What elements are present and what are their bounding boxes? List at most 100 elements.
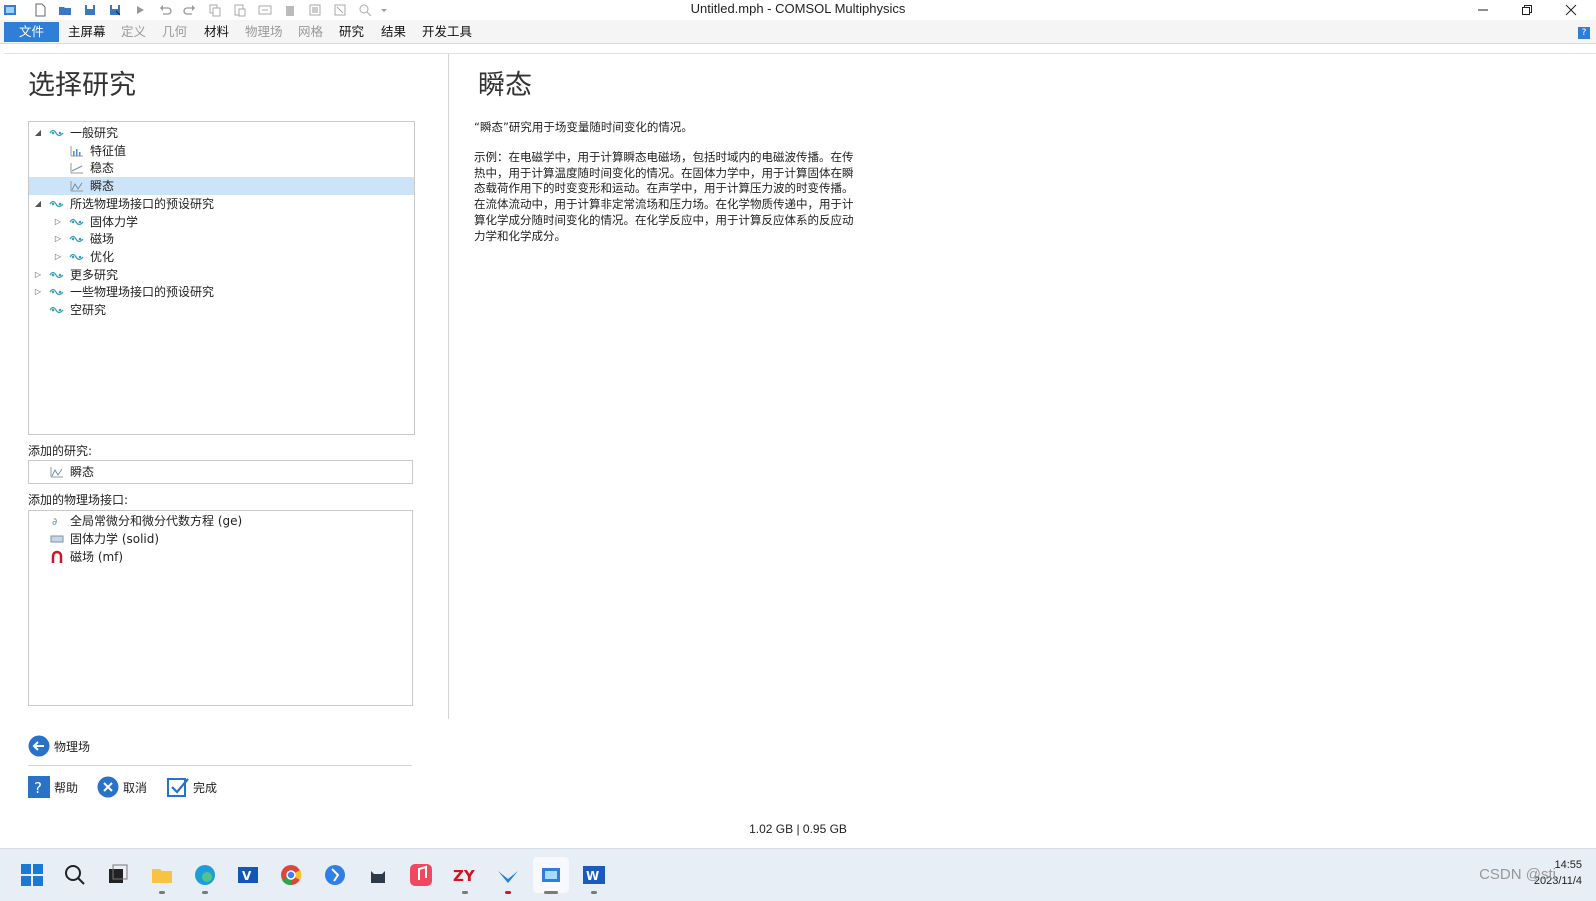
- restore-icon: [1522, 5, 1532, 15]
- back-to-physics-button[interactable]: 物理场: [28, 734, 90, 758]
- expand-arrow-icon[interactable]: ▷: [53, 230, 63, 248]
- expand-arrow-icon[interactable]: ▷: [53, 248, 63, 266]
- word-icon[interactable]: W: [576, 857, 612, 894]
- study-icon: [49, 195, 65, 213]
- ribbon-tabs: 文件 主屏幕 定义 几何 材料 物理场 网格 研究 结果 开发工具: [0, 20, 1596, 44]
- description-line: 热中，用于计算温度随时间变化的情况。在固体力学中，用于计算固体在瞬: [474, 165, 854, 180]
- tree-item-label: 一般研究: [70, 126, 119, 140]
- tree-item-label: 空研究: [70, 303, 107, 317]
- cancel-icon: [97, 776, 119, 798]
- tree-item[interactable]: ▷ 优化: [29, 248, 414, 266]
- magnet-icon: [49, 548, 65, 566]
- edge-icon[interactable]: [187, 857, 223, 894]
- description-line: 示例：在电磁学中，用于计算瞬态电磁场，包括时域内的电磁波传播。在传: [474, 150, 854, 164]
- restore-button[interactable]: [1505, 0, 1549, 20]
- status-bar: 1.02 GB | 0.95 GB: [0, 818, 1596, 840]
- svg-text:V: V: [242, 869, 252, 883]
- swallow-app-icon[interactable]: [490, 857, 526, 894]
- close-button[interactable]: [1549, 0, 1593, 20]
- study-icon: [49, 283, 65, 301]
- tab-file[interactable]: 文件: [4, 22, 59, 42]
- tab-materials[interactable]: 材料: [204, 23, 229, 41]
- tree-item-label: 稳态: [90, 161, 115, 176]
- cancel-button[interactable]: 取消: [97, 775, 147, 799]
- tree-item-label: 磁场: [90, 232, 115, 247]
- added-physics-list: ∂ 全局常微分和微分代数方程 (ge) 固体力学 (solid) 磁场 (mf): [28, 510, 413, 706]
- close-icon: [1565, 4, 1577, 16]
- list-item[interactable]: ∂ 全局常微分和微分代数方程 (ge): [29, 512, 412, 530]
- study-icon: [69, 248, 85, 266]
- collapse-arrow-icon[interactable]: ◢: [33, 195, 43, 213]
- tree-item[interactable]: 稳态: [29, 159, 414, 177]
- expand-arrow-icon[interactable]: ▷: [33, 266, 43, 284]
- tree-item[interactable]: 空研究: [29, 301, 414, 319]
- tree-item[interactable]: ▷ 磁场: [29, 230, 414, 248]
- minimize-button[interactable]: [1461, 0, 1505, 20]
- tree-item[interactable]: ◢ 所选物理场接口的预设研究: [29, 195, 414, 213]
- minimize-icon: [1478, 9, 1488, 11]
- svg-text:?: ?: [34, 779, 42, 797]
- help-icon: ?: [28, 776, 50, 798]
- list-item[interactable]: 磁场 (mf): [29, 548, 412, 566]
- watermark: CSDN @sti: [1479, 866, 1556, 883]
- expand-arrow-icon[interactable]: ▷: [33, 283, 43, 301]
- tab-study[interactable]: 研究: [339, 23, 364, 41]
- outlook-icon[interactable]: V: [230, 857, 266, 893]
- description-line: 算化学成分随时间变化的情况。在化学反应中，用于计算反应体系的反应动: [474, 212, 854, 227]
- tab-results[interactable]: 结果: [381, 23, 406, 41]
- tree-item[interactable]: 特征值: [29, 142, 414, 160]
- task-view-icon[interactable]: [100, 857, 136, 893]
- tab-physics[interactable]: 物理场: [245, 23, 283, 41]
- svg-text:ZY: ZY: [453, 867, 476, 885]
- added-studies-list: 瞬态: [28, 460, 413, 484]
- done-button[interactable]: 完成: [167, 775, 217, 799]
- title-bar: Untitled.mph - COMSOL Multiphysics: [0, 0, 1596, 20]
- list-item[interactable]: 瞬态: [29, 463, 412, 481]
- tree-item-label: 固体力学: [90, 214, 139, 229]
- tab-developer[interactable]: 开发工具: [422, 23, 472, 41]
- chrome-icon[interactable]: [273, 857, 309, 893]
- memory-usage: 1.02 GB | 0.95 GB: [749, 822, 847, 836]
- window-title: Untitled.mph - COMSOL Multiphysics: [690, 1, 906, 16]
- cancel-button-label: 取消: [123, 780, 148, 795]
- svg-text:W: W: [586, 869, 599, 883]
- music-icon[interactable]: [403, 857, 439, 893]
- windows-taskbar: V ZY W 14:55 2023/11/4: [0, 848, 1596, 901]
- study-description-summary: “瞬态”研究用于场变量随时间变化的情况。: [474, 120, 693, 134]
- study-description-examples: 示例：在电磁学中，用于计算瞬态电磁场，包括时域内的电磁波传播。在传 热中，用于计算…: [474, 150, 874, 244]
- list-item-label: 瞬态: [70, 465, 95, 479]
- feishu-icon[interactable]: [317, 857, 353, 893]
- tab-mesh[interactable]: 网格: [298, 23, 323, 41]
- tab-definitions[interactable]: 定义: [121, 23, 146, 41]
- search-icon[interactable]: [57, 857, 93, 893]
- description-line: 力学和化学成分。: [474, 228, 566, 243]
- tree-item[interactable]: ▷ 一些物理场接口的预设研究: [29, 283, 414, 301]
- expand-arrow-icon[interactable]: ▷: [53, 213, 63, 231]
- tree-item[interactable]: ▷ 更多研究: [29, 266, 414, 284]
- cat-app-icon[interactable]: [360, 857, 396, 893]
- solid-mechanics-icon: [49, 530, 65, 548]
- zy-icon[interactable]: ZY: [447, 857, 483, 894]
- tree-item[interactable]: ◢ 一般研究: [29, 124, 414, 142]
- description-line: 态载荷作用下的时变变形和运动。在声学中，用于计算压力波的时变传播。: [474, 181, 854, 196]
- help-icon[interactable]: ?: [1578, 27, 1590, 39]
- study-icon: [49, 266, 65, 284]
- tree-item[interactable]: ▷ 固体力学: [29, 213, 414, 231]
- svg-text:∂: ∂: [52, 517, 57, 528]
- transient-icon: [49, 463, 65, 481]
- help-button[interactable]: ? 帮助: [28, 775, 78, 799]
- collapse-arrow-icon[interactable]: ◢: [33, 124, 43, 142]
- tree-item[interactable]: 瞬态: [29, 177, 414, 196]
- study-description-title: 瞬态: [478, 70, 532, 101]
- tab-geometry[interactable]: 几何: [162, 23, 187, 41]
- transient-icon: [69, 177, 85, 195]
- comsol-icon[interactable]: [533, 857, 569, 894]
- file-explorer-icon[interactable]: [144, 857, 180, 894]
- tab-home[interactable]: 主屏幕: [68, 23, 106, 41]
- panel-divider: [448, 54, 449, 719]
- description-line: 在流体流动中，用于计算非定常流场和压力场。在化学物质传递中，用于计: [474, 197, 854, 212]
- list-item[interactable]: 固体力学 (solid): [29, 530, 412, 548]
- study-icon: [69, 213, 85, 231]
- study-tree: ◢ 一般研究 特征值 稳态 瞬态 ◢ 所选物理场接口的预设研究 ▷ 固体力学 ▷ 磁场 ▷ 优化 ▷ 更多研…: [28, 121, 415, 435]
- windows-start-icon[interactable]: [14, 857, 50, 893]
